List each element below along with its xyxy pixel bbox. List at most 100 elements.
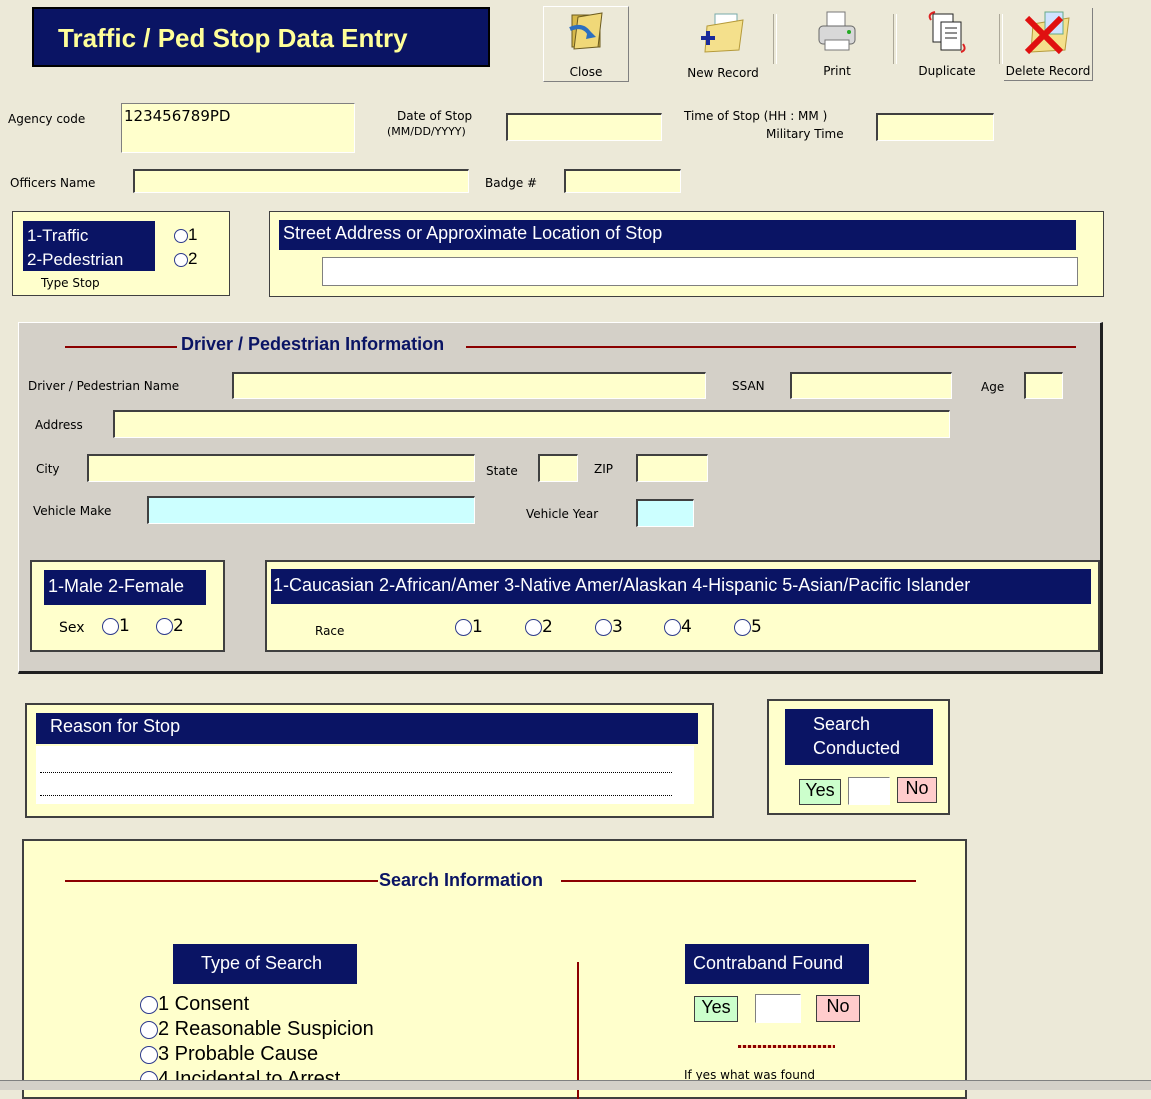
zip-field[interactable] <box>636 454 708 482</box>
delete-icon <box>1024 11 1070 55</box>
race-option-2[interactable]: 2 <box>525 617 553 637</box>
search-option-consent[interactable]: 1 Consent <box>140 992 249 1017</box>
race-panel: 1-Caucasian 2-African/Amer 3-Native Amer… <box>265 560 1100 652</box>
agency-code-field[interactable]: 123456789PD <box>121 103 355 153</box>
date-of-stop-label: Date of Stop <box>397 109 473 123</box>
time-of-stop-label: Time of Stop (HH : MM ) <box>684 109 828 123</box>
decorative-rule <box>738 1045 835 1048</box>
location-title: Street Address or Approximate Location o… <box>279 220 1076 250</box>
contraband-yes-button[interactable]: Yes <box>694 996 738 1022</box>
type-stop-option-2[interactable]: 2 <box>174 249 197 269</box>
driver-section: Driver / Pedestrian Information Driver /… <box>18 322 1103 674</box>
ssan-field[interactable] <box>790 372 952 399</box>
print-button[interactable]: Print <box>795 8 879 80</box>
radio-icon[interactable] <box>174 252 188 267</box>
section-rule <box>466 346 1076 348</box>
duplicate-button[interactable]: Duplicate <box>905 8 989 80</box>
location-panel: Street Address or Approximate Location o… <box>269 211 1104 297</box>
reason-field[interactable] <box>36 746 694 804</box>
ssan-label: SSAN <box>732 379 765 393</box>
vehicle-year-label: Vehicle Year <box>526 507 599 521</box>
time-of-stop-field[interactable] <box>876 113 994 141</box>
city-label: City <box>36 462 60 476</box>
address-field[interactable] <box>113 410 950 438</box>
section-rule <box>65 880 378 882</box>
radio-icon[interactable] <box>140 1020 158 1039</box>
zip-label: ZIP <box>594 462 613 476</box>
type-stop-panel: 1-Traffic 2-Pedestrian 1 2 Type Stop <box>12 211 230 296</box>
race-option-1[interactable]: 1 <box>455 617 483 637</box>
sex-label: Sex <box>59 620 85 636</box>
search-conducted-title: Search Conducted <box>785 709 933 765</box>
close-button[interactable]: Close <box>543 6 629 82</box>
sex-panel: 1-Male 2-Female Sex 1 2 <box>30 560 225 652</box>
radio-icon[interactable] <box>140 1045 158 1064</box>
form-title: Traffic / Ped Stop Data Entry <box>32 7 490 67</box>
delete-record-button[interactable]: Delete Record <box>1004 8 1093 81</box>
age-field[interactable] <box>1024 372 1063 399</box>
vehicle-make-label: Vehicle Make <box>33 504 112 518</box>
agency-code-label: Agency code <box>8 112 86 126</box>
city-field[interactable] <box>87 454 475 482</box>
search-option-probable-cause[interactable]: 3 Probable Cause <box>140 1042 318 1067</box>
close-icon <box>569 12 603 50</box>
race-option-5[interactable]: 5 <box>734 617 762 637</box>
new-record-button[interactable]: New Record <box>675 8 771 80</box>
search-info-title: Search Information <box>379 870 544 890</box>
badge-label: Badge # <box>485 176 538 190</box>
officers-name-label: Officers Name <box>10 176 96 190</box>
toolbar-separator <box>999 14 1003 64</box>
contraband-field[interactable] <box>755 994 801 1023</box>
sex-option-female[interactable]: 2 <box>156 616 184 636</box>
radio-icon[interactable] <box>102 617 119 635</box>
radio-icon[interactable] <box>455 618 472 636</box>
radio-icon[interactable] <box>140 995 158 1014</box>
radio-icon[interactable] <box>734 618 751 636</box>
search-info-panel: Search Information Type of Search 1 Cons… <box>22 839 967 1099</box>
badge-field[interactable] <box>564 169 681 193</box>
search-conducted-no-button[interactable]: No <box>897 777 937 803</box>
sex-option-male[interactable]: 1 <box>102 616 130 636</box>
type-stop-option-1[interactable]: 1 <box>174 225 197 245</box>
radio-icon[interactable] <box>595 618 612 636</box>
radio-icon[interactable] <box>664 618 681 636</box>
driver-section-title: Driver / Pedestrian Information <box>181 334 445 354</box>
military-time-label: Military Time <box>766 127 844 141</box>
race-option-4[interactable]: 4 <box>664 617 692 637</box>
location-field[interactable] <box>322 257 1078 286</box>
new-folder-icon <box>701 13 744 53</box>
state-field[interactable] <box>538 454 578 482</box>
contraband-no-button[interactable]: No <box>816 995 860 1022</box>
reason-line <box>40 795 672 796</box>
date-of-stop-field[interactable] <box>506 113 662 141</box>
address-label: Address <box>35 418 83 432</box>
sex-legend: 1-Male 2-Female <box>44 570 206 605</box>
search-conducted-field[interactable] <box>848 777 890 805</box>
officers-name-field[interactable] <box>133 169 469 193</box>
reason-title: Reason for Stop <box>36 713 698 744</box>
vehicle-year-field[interactable] <box>636 499 694 527</box>
driver-name-label: Driver / Pedestrian Name <box>28 379 180 393</box>
state-label: State <box>486 464 518 478</box>
race-option-3[interactable]: 3 <box>595 617 623 637</box>
radio-icon[interactable] <box>525 618 542 636</box>
race-label: Race <box>315 624 345 638</box>
radio-icon[interactable] <box>156 617 173 635</box>
contraband-found-title: Contraband Found <box>685 944 869 984</box>
printer-icon <box>818 11 856 51</box>
type-stop-legend: 1-Traffic 2-Pedestrian <box>23 221 155 271</box>
type-stop-caption: Type Stop <box>41 276 100 290</box>
toolbar-separator <box>773 14 777 64</box>
search-option-reasonable-suspicion[interactable]: 2 Reasonable Suspicion <box>140 1017 374 1042</box>
age-label: Age <box>981 380 1005 394</box>
vehicle-make-field[interactable] <box>147 496 475 524</box>
duplicate-icon <box>928 11 966 53</box>
section-rule <box>561 880 916 882</box>
reason-panel: Reason for Stop <box>25 703 714 818</box>
radio-icon[interactable] <box>174 228 188 243</box>
search-conducted-yes-button[interactable]: Yes <box>799 779 841 805</box>
section-rule <box>65 346 177 348</box>
toolbar-separator <box>893 14 897 64</box>
driver-name-field[interactable] <box>232 372 706 399</box>
date-format-label: (MM/DD/YYYY) <box>387 125 466 138</box>
